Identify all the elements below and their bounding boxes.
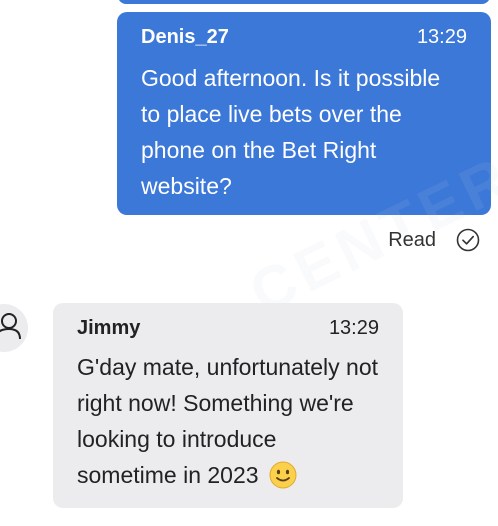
incoming-message-bubble: Jimmy 13:29 G'day mate, unfortunately no… [53, 303, 403, 508]
message-time: 13:29 [328, 317, 379, 339]
message-text: G'day mate, unfortunately not right now!… [77, 354, 379, 488]
user-icon [0, 311, 28, 346]
sender-name: Jimmy [77, 317, 141, 339]
message-time: 13:29 [416, 26, 467, 48]
outgoing-message-bubble: Denis_27 13:29 Good afternoon. Is it pos… [117, 12, 491, 215]
message-text: Good afternoon. Is it possible to place … [141, 65, 441, 199]
read-receipt: Read [388, 228, 480, 252]
read-status-label: Read [388, 228, 436, 251]
previous-message-bubble [118, 0, 490, 4]
message-header: Denis_27 13:29 [141, 26, 467, 52]
slightly-smiling-face-icon [269, 461, 297, 499]
message-text-container: G'day mate, unfortunately not right now!… [77, 349, 379, 499]
message-header: Jimmy 13:29 [77, 317, 379, 343]
sender-name: Denis_27 [141, 26, 229, 48]
avatar [0, 304, 28, 352]
check-circle-icon [456, 228, 480, 252]
